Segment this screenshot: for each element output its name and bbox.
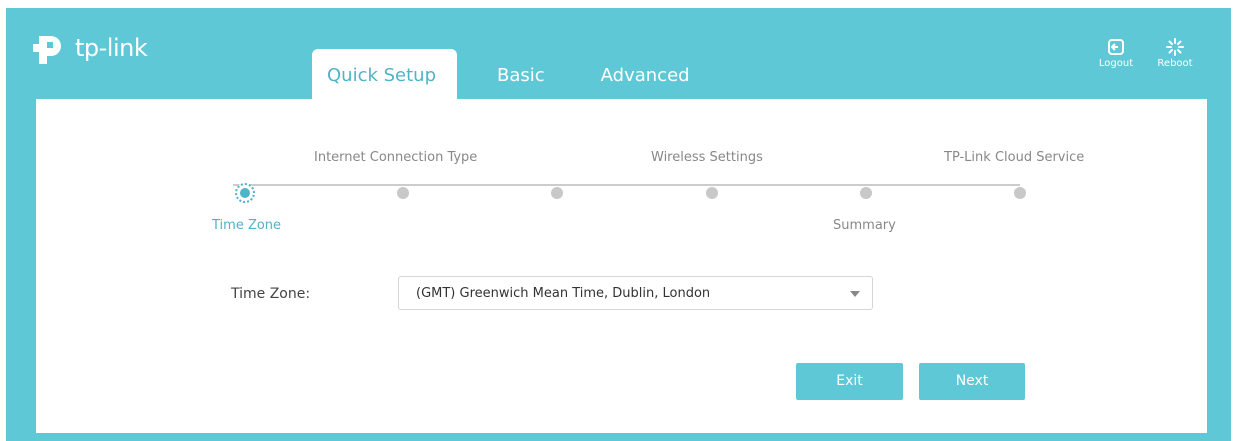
- wizard-step-dot-wireless-settings-1[interactable]: [551, 187, 563, 199]
- brand-logo[interactable]: tp-link: [33, 30, 148, 66]
- next-button[interactable]: Next: [919, 363, 1025, 400]
- step-label-wireless-settings: Wireless Settings: [651, 150, 763, 165]
- logout-button[interactable]: Logout: [1093, 38, 1139, 69]
- step-label-internet-connection-type: Internet Connection Type: [314, 150, 478, 165]
- step-label-time-zone: Time Zone: [212, 218, 282, 233]
- logout-icon: [1108, 39, 1124, 55]
- tab-basic[interactable]: Basic: [481, 49, 561, 99]
- time-zone-select-value: (GMT) Greenwich Mean Time, Dublin, Londo…: [416, 286, 711, 301]
- wizard-step-dot-internet-connection-type[interactable]: [397, 187, 409, 199]
- tab-advanced[interactable]: Advanced: [585, 49, 706, 99]
- wizard-step-dot-cloud-service[interactable]: [1014, 187, 1026, 199]
- reboot-icon: [1166, 38, 1184, 56]
- step-label-cloud-service: TP-Link Cloud Service: [944, 150, 1085, 165]
- wizard-progress-track: [233, 184, 1020, 186]
- tp-link-logo-icon: [33, 36, 61, 64]
- main-tabs: Quick Setup Basic Advanced: [312, 49, 706, 99]
- reboot-label: Reboot: [1157, 58, 1193, 69]
- wizard-step-dot-wireless-settings-2[interactable]: [706, 187, 718, 199]
- chevron-down-icon: [850, 291, 860, 297]
- reboot-button[interactable]: Reboot: [1152, 38, 1198, 69]
- time-zone-label: Time Zone:: [231, 286, 311, 302]
- logout-label: Logout: [1098, 58, 1134, 69]
- brand-name: tp-link: [75, 34, 148, 62]
- wizard-step-dot-summary[interactable]: [860, 187, 872, 199]
- time-zone-select[interactable]: (GMT) Greenwich Mean Time, Dublin, Londo…: [398, 276, 873, 310]
- tab-quick-setup[interactable]: Quick Setup: [312, 49, 457, 99]
- step-label-summary: Summary: [833, 218, 896, 233]
- exit-button[interactable]: Exit: [796, 363, 903, 400]
- wizard-step-dot-time-zone[interactable]: [235, 183, 255, 203]
